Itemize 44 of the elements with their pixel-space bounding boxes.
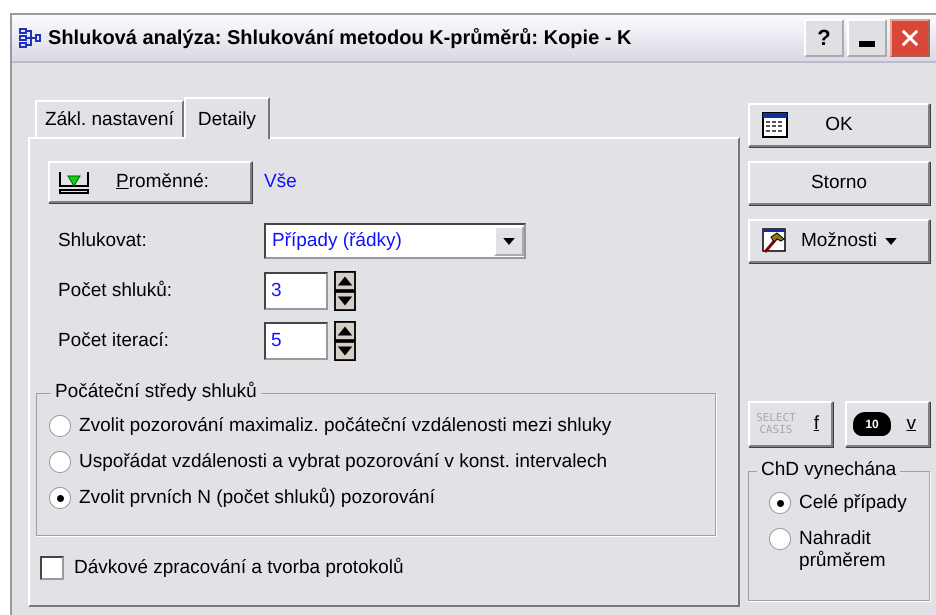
group-title: Počáteční středy shluků	[51, 381, 261, 403]
tree-icon	[18, 26, 42, 50]
window-title: Shluková analýza: Shlukování metodou K-průměrů: Kopie - K	[48, 26, 632, 50]
close-button[interactable]	[890, 19, 930, 57]
caret-icon	[885, 238, 898, 244]
download-list-icon	[58, 170, 90, 194]
weight-icon: 10	[853, 412, 891, 436]
spinner-label: Počet iterací:	[58, 330, 170, 352]
spinner-arrows-icon[interactable]	[332, 271, 358, 311]
ok-button[interactable]: OK	[748, 103, 930, 147]
radio-button[interactable]	[49, 487, 71, 509]
spinner-label: Počet shluků:	[58, 280, 174, 302]
variables-button[interactable]: Proměnné:	[48, 161, 252, 203]
cancel-button[interactable]: Storno	[748, 161, 930, 205]
close-icon	[901, 29, 919, 47]
variables-value: Vše	[264, 171, 297, 193]
select-cases-icon: SELECT CASIS	[756, 412, 796, 436]
radio-button[interactable]	[49, 415, 71, 437]
spinner-arrows-icon[interactable]	[332, 321, 358, 361]
weight-button[interactable]: 10 v	[845, 401, 930, 447]
radio-button[interactable]	[49, 451, 71, 473]
checkbox[interactable]	[40, 556, 64, 580]
radio-button[interactable]	[769, 528, 791, 550]
checkbox-label: Dávkové zpracování a tvorba protokolů	[74, 557, 404, 579]
cluster-by-dropdown[interactable]: Případy (řádky)	[264, 223, 526, 259]
cluster-by-label: Shlukovat:	[58, 230, 148, 252]
number-field[interactable]: 5	[264, 322, 328, 360]
radio-label: Nahradit průměrem	[799, 528, 887, 572]
tab[interactable]: Detaily	[184, 97, 270, 139]
radio-label: Celé případy	[799, 492, 908, 514]
hammer-icon	[762, 228, 788, 254]
group-title: ChD vynechána	[757, 459, 900, 481]
tab[interactable]: Zákl. nastavení	[35, 100, 184, 137]
radio-label: Uspořádat vzdálenosti a vybrat pozorování v konst. intervalech	[79, 451, 608, 473]
table-icon	[762, 112, 788, 138]
menu-button[interactable]: Možnosti	[748, 219, 930, 263]
minimize-icon	[859, 41, 875, 47]
radio-label: Zvolit pozorování maximaliz. počáteční vzdálenosti mezi shluky	[79, 415, 612, 437]
number-field[interactable]: 3	[264, 272, 328, 310]
help-button[interactable]: ?	[804, 19, 844, 57]
caret-icon	[503, 238, 515, 244]
radio-label: Zvolit prvních N (počet shluků) pozorování	[79, 487, 435, 509]
minimize-button[interactable]	[847, 19, 887, 57]
radio-button[interactable]	[769, 492, 791, 514]
